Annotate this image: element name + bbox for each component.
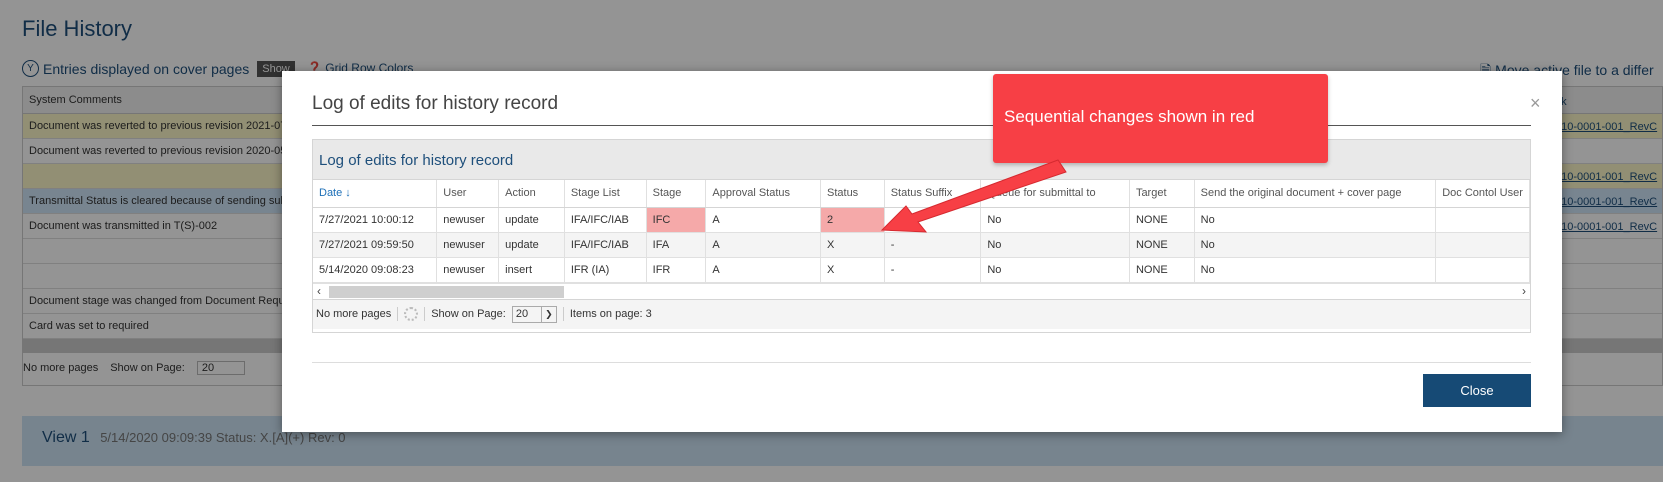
cell-date: 5/14/2020 09:08:23 bbox=[313, 257, 438, 283]
column-header-action[interactable]: Action bbox=[498, 180, 565, 208]
cell-queue: No bbox=[980, 207, 1130, 233]
scroll-left-icon[interactable]: ‹ bbox=[317, 284, 321, 298]
column-header-status[interactable]: Status bbox=[820, 180, 885, 208]
grid-title: Log of edits for history record bbox=[313, 140, 1530, 180]
scroll-right-icon[interactable]: › bbox=[1522, 284, 1526, 298]
items-on-page-label: Items on page: 3 bbox=[569, 308, 652, 320]
cell-status-changed: 2 bbox=[820, 207, 885, 233]
column-header-send-original[interactable]: Send the original document + cover page bbox=[1194, 180, 1437, 208]
cell-doc-control-user bbox=[1435, 207, 1530, 233]
cell-status: X bbox=[820, 257, 885, 283]
cell-status-suffix: - bbox=[884, 257, 982, 283]
cell-status: X bbox=[820, 232, 885, 258]
column-header-target[interactable]: Target bbox=[1129, 180, 1195, 208]
cell-stage-list: IFA/IFC/IAB bbox=[564, 207, 647, 233]
title-divider bbox=[312, 125, 1531, 126]
column-header-date[interactable]: Date ↓ bbox=[313, 180, 438, 208]
edit-log-table: Date ↓ User Action Stage List Stage Appr… bbox=[313, 180, 1530, 283]
column-header-status-suffix[interactable]: Status Suffix bbox=[884, 180, 982, 208]
column-header-stage-list[interactable]: Stage List bbox=[564, 180, 647, 208]
cell-action: update bbox=[498, 232, 565, 258]
table-row[interactable]: 7/27/2021 09:59:50 newuser update IFA/IF… bbox=[313, 232, 1530, 258]
annotation-callout: Sequential changes shown in red bbox=[993, 74, 1328, 163]
column-header-approval-status[interactable]: Approval Status bbox=[705, 180, 821, 208]
cell-action: update bbox=[498, 207, 565, 233]
cell-user: newuser bbox=[436, 232, 500, 258]
cell-approval-status: A bbox=[705, 232, 821, 258]
cell-status-suffix bbox=[884, 207, 982, 233]
cell-date: 7/27/2021 09:59:50 bbox=[313, 232, 438, 258]
page-size-value: 20 bbox=[515, 307, 529, 320]
cell-action: insert bbox=[498, 257, 565, 283]
column-header-stage[interactable]: Stage bbox=[646, 180, 707, 208]
cell-send-original: No bbox=[1194, 232, 1437, 258]
cell-queue: No bbox=[980, 257, 1130, 283]
pager-divider bbox=[562, 307, 564, 321]
close-button[interactable]: Close bbox=[1423, 374, 1531, 407]
show-on-page-label: Show on Page: bbox=[431, 308, 506, 320]
cell-user: newuser bbox=[436, 257, 500, 283]
cell-stage-list: IFR (IA) bbox=[564, 257, 647, 283]
cell-doc-control-user bbox=[1435, 257, 1530, 283]
callout-text: Sequential changes shown in red bbox=[1004, 107, 1255, 126]
cell-stage-changed: IFC bbox=[646, 207, 707, 233]
cell-user: newuser bbox=[436, 207, 500, 233]
edit-log-modal: Log of edits for history record × Log of… bbox=[282, 71, 1562, 432]
column-header-queue[interactable]: Queue for submittal to bbox=[980, 180, 1130, 208]
cell-target: NONE bbox=[1129, 232, 1195, 258]
footer-divider bbox=[312, 362, 1531, 363]
no-more-pages-label: No more pages bbox=[316, 308, 392, 320]
cell-target: NONE bbox=[1129, 207, 1195, 233]
scrollbar-thumb[interactable] bbox=[329, 285, 564, 298]
cell-stage: IFR bbox=[646, 257, 707, 283]
cell-queue: No bbox=[980, 232, 1130, 258]
page-size-select[interactable]: 20 ❯ bbox=[511, 305, 557, 323]
column-header-doc-control-user[interactable]: Doc Contol User bbox=[1435, 180, 1530, 208]
cell-approval-status: A bbox=[705, 257, 821, 283]
modal-pager: No more pages Show on Page: 20 ❯ Items o… bbox=[313, 298, 1530, 329]
modal-title: Log of edits for history record bbox=[312, 93, 559, 114]
horizontal-scrollbar[interactable]: ‹ › bbox=[313, 282, 1530, 299]
refresh-icon[interactable] bbox=[404, 307, 419, 321]
cell-send-original: No bbox=[1194, 257, 1437, 283]
cell-approval-status: A bbox=[705, 207, 821, 233]
close-icon[interactable]: × bbox=[1530, 93, 1541, 114]
cell-send-original: No bbox=[1194, 207, 1437, 233]
table-row[interactable]: 7/27/2021 10:00:12 newuser update IFA/IF… bbox=[313, 207, 1530, 233]
chevron-down-icon: ❯ bbox=[540, 306, 556, 322]
cell-stage-changed: IFA bbox=[646, 232, 707, 258]
cell-doc-control-user bbox=[1435, 232, 1530, 258]
sort-desc-icon: ↓ bbox=[342, 187, 351, 200]
pager-divider bbox=[397, 307, 399, 321]
cell-target: NONE bbox=[1129, 257, 1195, 283]
cell-stage-list-changed: IFA/IFC/IAB bbox=[564, 232, 647, 258]
cell-status-suffix: - bbox=[884, 232, 982, 258]
pager-divider bbox=[424, 307, 426, 321]
column-header-user[interactable]: User bbox=[436, 180, 500, 208]
edit-log-grid: Log of edits for history record Date ↓ U… bbox=[312, 139, 1531, 333]
table-row[interactable]: 5/14/2020 09:08:23 newuser insert IFR (I… bbox=[313, 257, 1530, 283]
cell-date: 7/27/2021 10:00:12 bbox=[313, 207, 438, 233]
